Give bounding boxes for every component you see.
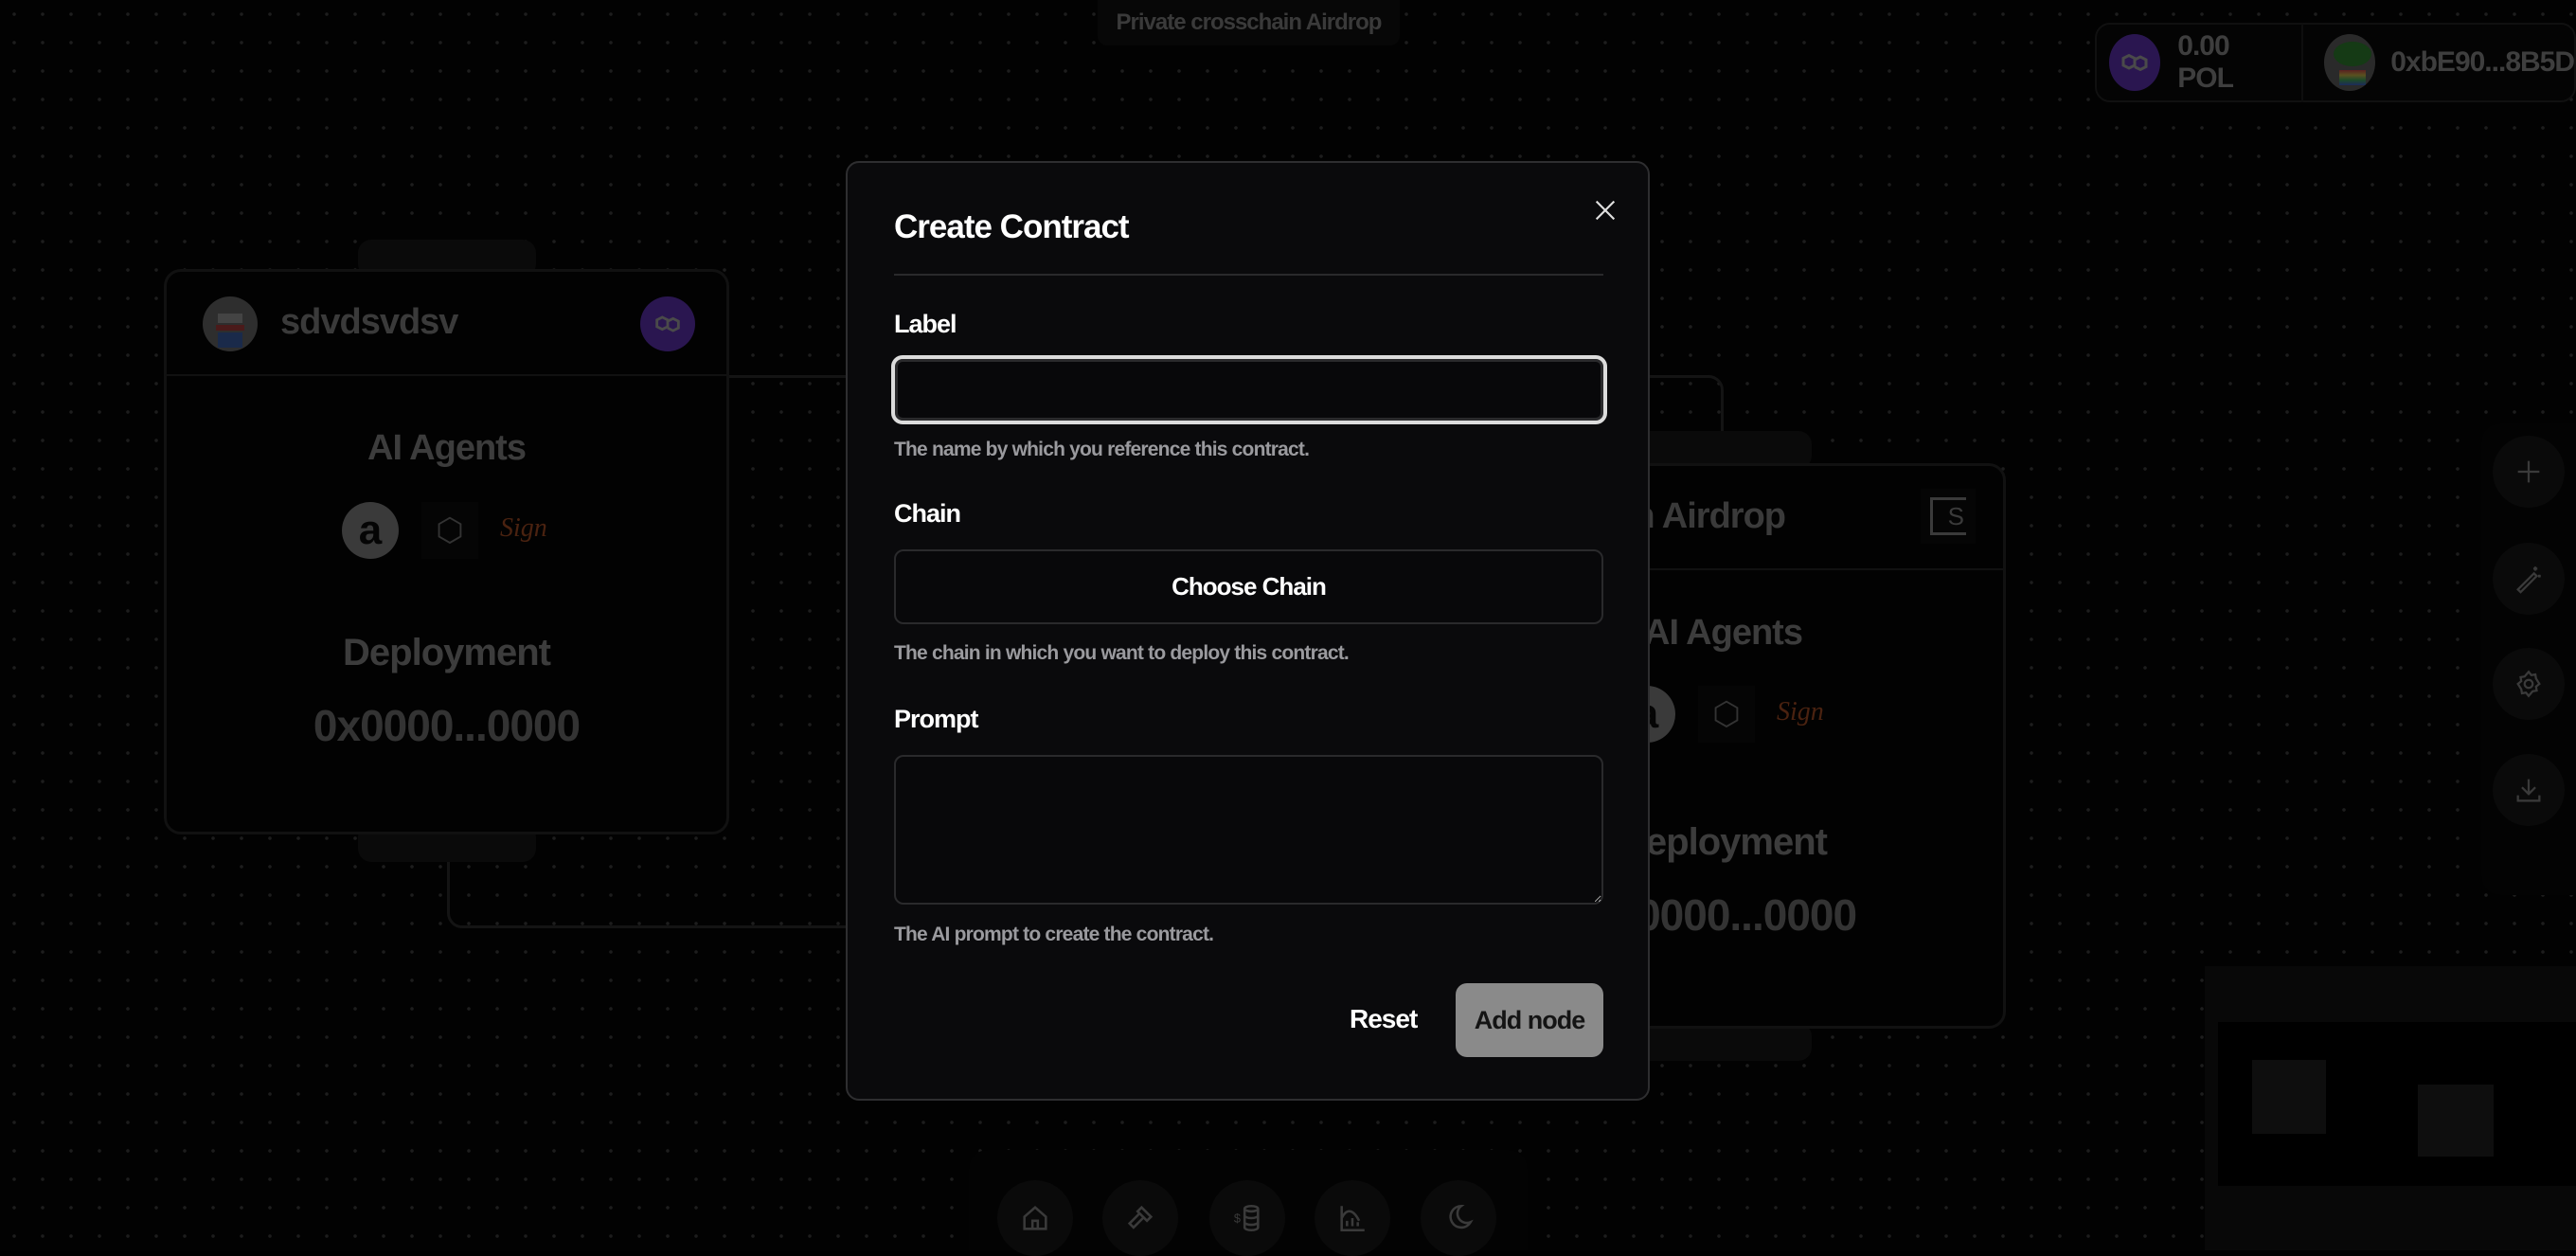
prompt-textarea[interactable] bbox=[894, 755, 1603, 905]
gear-icon[interactable] bbox=[2493, 648, 2565, 720]
chain-field-label: Chain bbox=[894, 499, 961, 528]
contract-node[interactable]: sdvdsvdsv AI Agents a ⬡ Sign Deployment … bbox=[164, 269, 729, 834]
reset-button[interactable]: Reset bbox=[1350, 1004, 1418, 1034]
right-toolbar bbox=[2481, 423, 2576, 895]
node-handle-bottom[interactable] bbox=[1635, 1023, 1812, 1061]
cube-logo: ⬡ bbox=[421, 502, 478, 559]
prompt-help-text: The AI prompt to create the contract. bbox=[894, 924, 1214, 945]
wallet-address: 0xbE90...8B5D bbox=[2390, 46, 2575, 78]
modal-title: Create Contract bbox=[894, 208, 1130, 245]
svg-text:$: $ bbox=[1234, 1211, 1241, 1225]
chain-help-text: The chain in which you want to deploy th… bbox=[894, 642, 1350, 664]
prompt-field-label: Prompt bbox=[894, 705, 978, 733]
sign-logo: Sign bbox=[500, 513, 547, 543]
minimap-node bbox=[2418, 1085, 2494, 1157]
polygon-icon bbox=[640, 296, 695, 351]
label-input[interactable] bbox=[891, 355, 1607, 424]
plus-icon[interactable] bbox=[2493, 436, 2565, 508]
label-help-text: The name by which you reference this con… bbox=[894, 439, 1310, 460]
wallet-balance: 0.00 POL bbox=[2177, 30, 2234, 94]
project-title: Private crosschain Airdrop bbox=[1098, 0, 1400, 45]
hammer-icon[interactable] bbox=[1102, 1180, 1178, 1256]
coins-icon[interactable]: $ bbox=[1209, 1180, 1285, 1256]
add-node-button[interactable]: Add node bbox=[1456, 983, 1603, 1057]
download-icon[interactable] bbox=[2493, 754, 2565, 826]
wallet-widget[interactable]: 0.00 POL 0xbE90...8B5D bbox=[2095, 23, 2576, 102]
pepe-avatar bbox=[2323, 34, 2376, 91]
divider bbox=[894, 274, 1603, 276]
s-wallet-icon: S bbox=[1921, 489, 1976, 544]
close-icon[interactable] bbox=[1590, 195, 1620, 225]
chart-icon[interactable] bbox=[1315, 1180, 1390, 1256]
agents-label: AI Agents bbox=[367, 428, 527, 468]
cube-logo: ⬡ bbox=[1698, 686, 1755, 743]
moon-icon[interactable] bbox=[1421, 1180, 1496, 1256]
brian-logo: a bbox=[342, 502, 399, 559]
node-avatar bbox=[203, 296, 258, 351]
node-name: sdvdsvdsv bbox=[280, 302, 458, 342]
create-contract-modal: Create Contract Label The name by which … bbox=[846, 161, 1650, 1101]
polygon-icon bbox=[2109, 34, 2161, 91]
magic-wand-icon[interactable] bbox=[2493, 543, 2565, 615]
deployment-address: 0x0000...0000 bbox=[313, 701, 581, 750]
minimap[interactable] bbox=[2205, 966, 2576, 1250]
sign-logo: Sign bbox=[1777, 697, 1824, 727]
label-field-label: Label bbox=[894, 310, 957, 338]
minimap-node bbox=[2252, 1060, 2326, 1134]
deployment-label: Deployment bbox=[343, 632, 551, 673]
home-icon[interactable] bbox=[997, 1180, 1073, 1256]
choose-chain-button[interactable]: Choose Chain bbox=[894, 549, 1603, 624]
bottom-dock: $ bbox=[969, 1150, 1528, 1256]
